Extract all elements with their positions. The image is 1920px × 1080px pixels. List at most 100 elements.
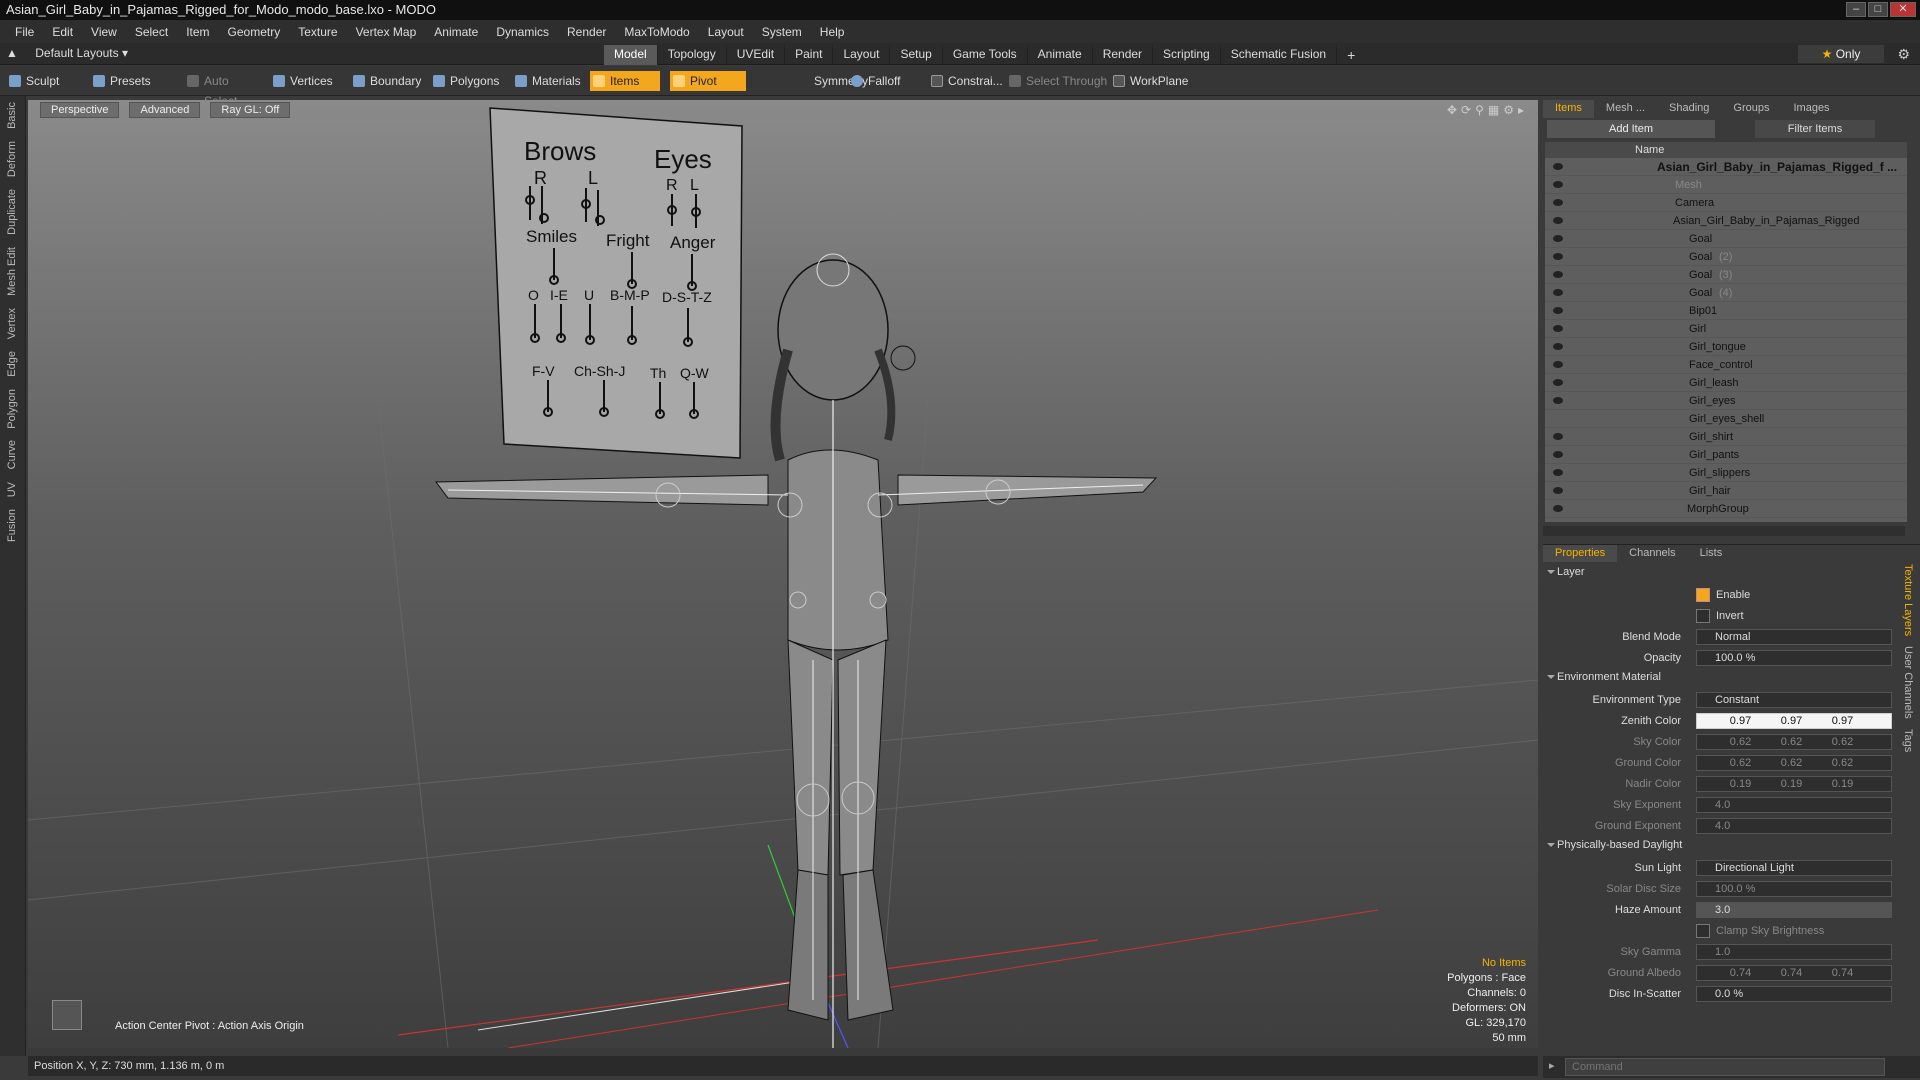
visibility-eye-icon[interactable] [1553,343,1563,350]
zenith-color-field[interactable]: 0.97 0.97 0.97 [1696,713,1892,729]
tree-row[interactable]: Girl_eyes [1545,392,1907,410]
visibility-eye-icon[interactable] [1553,487,1563,494]
tree-row[interactable]: MorphGroup [1545,500,1907,518]
tab-setup[interactable]: Setup [890,45,943,65]
left-tab-deform[interactable]: Deform [6,135,20,183]
menu-dynamics[interactable]: Dynamics [487,25,558,39]
left-tab-polygon[interactable]: Polygon [6,383,20,435]
visibility-eye-icon[interactable] [1553,361,1563,368]
visibility-eye-icon[interactable] [1553,253,1563,260]
tab-items[interactable]: Items [1543,100,1594,118]
tab-model[interactable]: Model [604,45,658,65]
tree-row[interactable]: Girl [1545,320,1907,338]
daylight-section[interactable]: Physically-based Daylight [1543,837,1899,854]
vertices-button[interactable]: Vertices [270,71,346,91]
tab-paint[interactable]: Paint [785,45,834,65]
invert-checkbox[interactable] [1696,609,1710,623]
tree-scrollbar[interactable] [1543,526,1905,536]
menu-edit[interactable]: Edit [43,25,82,39]
visibility-eye-icon[interactable] [1553,433,1563,440]
enable-checkbox[interactable] [1696,588,1710,602]
disc-scatter-field[interactable]: 0.0 % [1696,986,1892,1002]
polygons-button[interactable]: Polygons [430,71,500,91]
visibility-eye-icon[interactable] [1553,505,1563,512]
blend-mode-select[interactable]: Normal [1696,629,1892,645]
tab-render[interactable]: Render [1093,45,1154,65]
pivot-button[interactable]: Pivot [670,71,746,91]
left-tab-mesh-edit[interactable]: Mesh Edit [6,241,20,302]
tree-row[interactable]: Girl_leash [1545,374,1907,392]
tab-channels[interactable]: Channels [1617,545,1687,562]
tree-row[interactable]: Girl_slippers [1545,464,1907,482]
tree-row[interactable]: Goal (4) [1545,284,1907,302]
close-icon[interactable]: ✕ [1890,2,1916,17]
env-type-select[interactable]: Constant [1696,692,1892,708]
tab-groups[interactable]: Groups [1721,100,1781,118]
tab-scripting[interactable]: Scripting [1153,45,1221,65]
tree-row[interactable]: Mesh [1545,176,1907,194]
tab-mesh[interactable]: Mesh ... [1594,100,1657,118]
presets-button[interactable]: Presets [90,71,170,91]
left-tab-fusion[interactable]: Fusion [6,503,20,548]
tree-row[interactable]: Camera [1545,194,1907,212]
environment-material-section[interactable]: Environment Material [1543,669,1899,686]
left-tab-basic[interactable]: Basic [6,96,20,135]
left-tab-edge[interactable]: Edge [6,345,20,383]
sculpt-button[interactable]: Sculpt [6,71,86,91]
workplane-button[interactable]: WorkPlane [1110,71,1200,91]
tree-row[interactable]: Girl_hair [1545,482,1907,500]
visibility-eye-icon[interactable] [1553,397,1563,404]
tab-images[interactable]: Images [1781,100,1841,118]
filter-items-button[interactable]: Filter Items [1755,120,1875,138]
visibility-eye-icon[interactable] [1553,307,1563,314]
ground-color-field[interactable]: 0.62 0.62 0.62 [1696,755,1892,771]
tab-layout[interactable]: Layout [833,45,891,65]
select-through-button[interactable]: Select Through [1006,71,1110,91]
constraints-button[interactable]: Constrai... [928,71,1018,91]
command-input[interactable] [1565,1058,1885,1076]
visibility-eye-icon[interactable] [1553,451,1563,458]
menu-geometry[interactable]: Geometry [219,25,290,39]
side-tab-user-channels[interactable]: User Channels [1902,646,1914,719]
left-tab-vertex[interactable]: Vertex [6,302,20,345]
visibility-eye-icon[interactable] [1553,235,1563,242]
left-tab-uv[interactable]: UV [6,476,20,503]
menu-maxtomodo[interactable]: MaxToModo [615,25,698,39]
minimize-icon[interactable]: – [1846,2,1866,17]
visibility-eye-icon[interactable] [1553,163,1563,170]
maximize-icon[interactable]: □ [1868,2,1888,17]
tree-row[interactable]: Bip01 [1545,302,1907,320]
gear-icon[interactable]: ⚙ [1897,46,1910,63]
menu-render[interactable]: Render [558,25,615,39]
tree-row[interactable]: Girl_tongue [1545,338,1907,356]
visibility-eye-icon[interactable] [1553,217,1563,224]
menu-animate[interactable]: Animate [425,25,487,39]
menu-layout[interactable]: Layout [699,25,753,39]
layer-section[interactable]: Layer [1543,564,1899,581]
tab-topology[interactable]: Topology [658,45,727,65]
left-tab-curve[interactable]: Curve [6,434,20,475]
add-item-button[interactable]: Add Item [1547,120,1715,138]
only-button[interactable]: ★ Only [1798,45,1884,63]
sky-gamma-field[interactable]: 1.0 [1696,944,1892,960]
menu-texture[interactable]: Texture [289,25,346,39]
sun-light-select[interactable]: Directional Light [1696,860,1892,876]
auto-select-button[interactable]: Auto Select [184,71,264,108]
materials-button[interactable]: Materials [512,71,590,91]
side-tab-tags[interactable]: Tags [1902,729,1914,752]
menu-item[interactable]: Item [177,25,218,39]
falloff-button[interactable]: Falloff [848,71,928,91]
tab-lists[interactable]: Lists [1688,545,1735,562]
tree-row[interactable]: Goal [1545,230,1907,248]
boundary-button[interactable]: Boundary [350,71,430,91]
menu-help[interactable]: Help [811,25,854,39]
tree-row[interactable]: Face_control [1545,356,1907,374]
ground-exponent-field[interactable]: 4.0 [1696,818,1892,834]
menu-file[interactable]: File [6,25,43,39]
visibility-eye-icon[interactable] [1553,199,1563,206]
tree-row[interactable]: Girl_eyes_shell [1545,410,1907,428]
add-tab-icon[interactable]: + [1337,45,1365,65]
clamp-checkbox[interactable] [1696,924,1710,938]
menu-select[interactable]: Select [126,25,177,39]
tree-row[interactable]: Goal (2) [1545,248,1907,266]
